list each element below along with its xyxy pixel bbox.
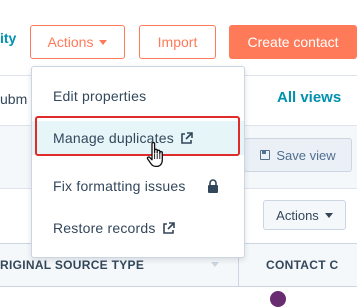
avatar xyxy=(270,291,286,307)
caret-down-icon xyxy=(324,212,333,218)
cut-off-link-text[interactable]: ity xyxy=(0,30,16,46)
sort-icon[interactable] xyxy=(211,262,219,267)
external-link-icon xyxy=(162,221,175,234)
save-icon xyxy=(260,150,271,160)
column-header-original-source-type[interactable]: RIGINAL SOURCE TYPE xyxy=(0,258,144,272)
cut-off-tab-text[interactable]: ubm xyxy=(0,91,27,107)
highlight-annotation xyxy=(35,116,240,156)
actions-button-label: Actions xyxy=(47,34,94,50)
import-button-label: Import xyxy=(157,34,198,50)
import-button[interactable]: Import xyxy=(139,25,216,59)
column-header-contact[interactable]: CONTACT C xyxy=(266,258,338,272)
all-views-link[interactable]: All views xyxy=(277,89,341,106)
menu-item-label: Edit properties xyxy=(53,88,147,104)
chevron-down-icon xyxy=(99,39,108,45)
actions-dropdown-menu: Edit properties Manage duplicates Fix fo… xyxy=(31,66,245,258)
menu-item-label: Fix formatting issues xyxy=(53,178,186,194)
save-view-label: Save view xyxy=(276,147,336,163)
actions-dropdown-button[interactable]: Actions xyxy=(30,25,125,59)
save-view-button[interactable]: Save view xyxy=(244,138,352,172)
hand-pointer-icon xyxy=(146,141,163,168)
menu-item-edit-properties[interactable]: Edit properties xyxy=(32,79,244,113)
menu-item-fix-formatting-issues[interactable]: Fix formatting issues xyxy=(32,169,244,203)
menu-item-label: Restore records xyxy=(53,220,156,236)
menu-item-restore-records[interactable]: Restore records xyxy=(32,211,244,245)
table-actions-label: Actions xyxy=(276,207,319,223)
create-contact-button[interactable]: Create contact xyxy=(229,25,357,59)
lock-icon xyxy=(208,179,218,193)
create-contact-label: Create contact xyxy=(247,34,339,50)
table-actions-button[interactable]: Actions xyxy=(263,200,346,230)
